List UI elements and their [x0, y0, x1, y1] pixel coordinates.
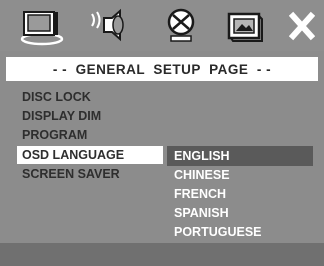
picture-icon[interactable] [225, 6, 265, 46]
close-icon[interactable] [289, 6, 315, 46]
osd-language-submenu: ENGLISH CHINESE FRENCH SPANISH PORTUGUES… [167, 146, 315, 242]
menu-item-screen-saver[interactable]: SCREEN SAVER [22, 165, 120, 183]
setup-toolbar [0, 0, 324, 51]
option-french[interactable]: FRENCH [167, 184, 313, 204]
disc-icon[interactable] [163, 6, 199, 46]
option-spanish[interactable]: SPANISH [167, 203, 313, 223]
tv-icon[interactable] [18, 6, 68, 46]
menu-item-disc-lock[interactable]: DISC LOCK [22, 88, 91, 106]
menu-item-display-dim[interactable]: DISPLAY DIM [22, 107, 101, 125]
menu-item-osd-language[interactable]: OSD LANGUAGE [17, 146, 163, 164]
option-english[interactable]: ENGLISH [167, 146, 313, 166]
page-title: - - GENERAL SETUP PAGE - - [6, 57, 318, 81]
bottom-bar [0, 243, 324, 266]
menu-item-program[interactable]: PROGRAM [22, 126, 87, 144]
option-portuguese[interactable]: PORTUGUESE [167, 222, 313, 242]
setup-menu-screen: - - GENERAL SETUP PAGE - - DISC LOCK DIS… [0, 0, 324, 266]
speaker-icon[interactable] [88, 6, 130, 46]
option-chinese[interactable]: CHINESE [167, 165, 313, 185]
